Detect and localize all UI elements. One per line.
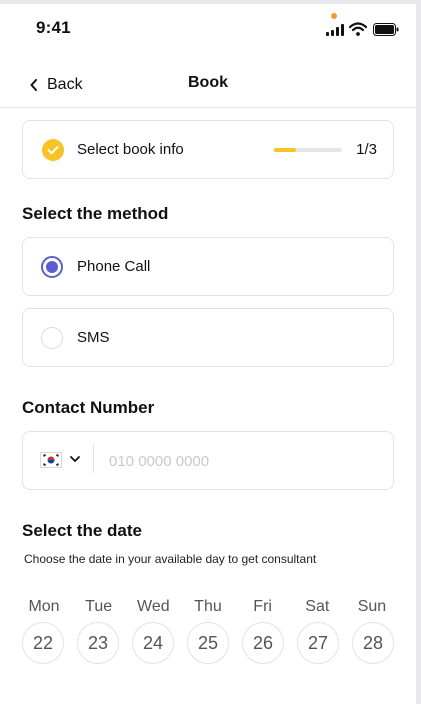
- chevron-down-icon[interactable]: [69, 453, 81, 465]
- status-time: 9:41: [36, 18, 71, 37]
- step-progress-fill: [274, 148, 297, 152]
- kr-flag-icon[interactable]: [40, 452, 62, 468]
- weekday-label: Thu: [194, 598, 222, 615]
- weekday-label: Fri: [253, 598, 272, 615]
- weekday-label: Wed: [137, 598, 170, 615]
- date-section-title: Select the date: [22, 521, 142, 540]
- step-count: 1/3: [356, 141, 377, 158]
- signal-icon: [326, 24, 344, 36]
- step-progress-bar: [274, 148, 342, 152]
- date-chip[interactable]: 26: [242, 622, 284, 664]
- method-option-phone-call[interactable]: Phone Call: [22, 237, 394, 296]
- date-chip[interactable]: 25: [187, 622, 229, 664]
- page-title: Book: [188, 74, 228, 91]
- recording-indicator: [331, 13, 337, 19]
- weekday-label: Sat: [305, 598, 330, 615]
- field-divider: [93, 444, 94, 473]
- date-chip[interactable]: 22: [22, 622, 64, 664]
- contact-section-title: Contact Number: [22, 398, 155, 417]
- date-picker-row: 22 23 24 25 26 27 28: [22, 622, 394, 666]
- step-progress-card: Select book info 1/3: [22, 120, 394, 179]
- contact-number-field: [22, 431, 394, 490]
- wifi-icon: [349, 22, 367, 36]
- phone-number-input[interactable]: [109, 450, 379, 472]
- status-bar: 9:41: [0, 4, 416, 54]
- date-chip[interactable]: 28: [352, 622, 394, 664]
- battery-icon: [373, 23, 399, 36]
- date-chip[interactable]: 24: [132, 622, 174, 664]
- weekday-label: Tue: [85, 598, 113, 615]
- method-option-label: Phone Call: [77, 258, 151, 275]
- method-option-sms[interactable]: SMS: [22, 308, 394, 367]
- weekday-label: Mon: [28, 598, 60, 615]
- check-icon: [42, 139, 64, 161]
- radio-unselected-icon[interactable]: [41, 327, 63, 349]
- method-option-label: SMS: [77, 329, 110, 346]
- radio-selected-icon[interactable]: [41, 256, 63, 278]
- method-section-title: Select the method: [22, 204, 169, 223]
- date-chip[interactable]: 23: [77, 622, 119, 664]
- date-section-subtitle: Choose the date in your available day to…: [24, 552, 317, 566]
- nav-bar: Back Book: [0, 60, 416, 108]
- weekday-label: Sun: [357, 598, 387, 615]
- weekday-row: Mon Tue Wed Thu Fri Sat Sun: [22, 598, 394, 618]
- step-label: Select book info: [77, 141, 184, 158]
- date-chip[interactable]: 27: [297, 622, 339, 664]
- screen: 9:41 Back Book Select book info 1/3 Sele…: [0, 4, 416, 704]
